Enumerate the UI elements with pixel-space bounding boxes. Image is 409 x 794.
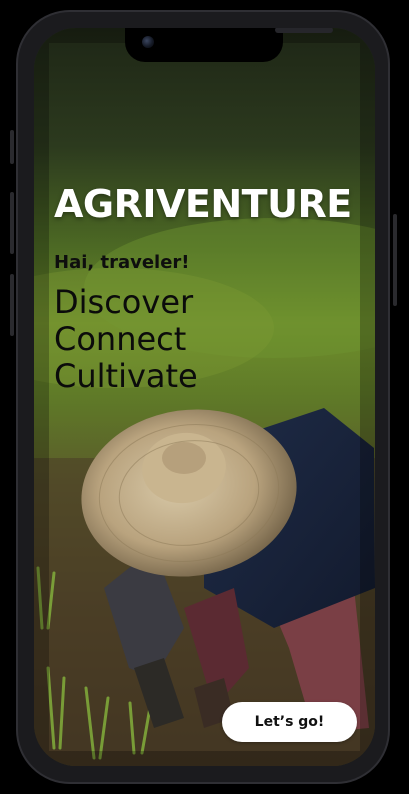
hero-image-farmer-rice-field: [34, 28, 375, 766]
speaker-grille: [275, 28, 333, 33]
lets-go-button[interactable]: Let’s go!: [222, 702, 357, 742]
app-title: AGRIVENTURE: [54, 182, 352, 226]
greeting-text: Hai, traveler!: [54, 252, 190, 273]
volume-up-button: [10, 192, 14, 254]
volume-down-button: [10, 274, 14, 336]
app-screen: AGRIVENTURE Hai, traveler! Discover Conn…: [34, 28, 375, 766]
front-camera-icon: [142, 36, 154, 48]
tagline-line-1: Discover: [54, 283, 194, 321]
tagline-line-3: Cultivate: [54, 357, 198, 395]
tagline: Discover Connect Cultivate: [54, 284, 198, 395]
power-button: [393, 214, 397, 306]
tagline-line-2: Connect: [54, 320, 187, 358]
mute-switch: [10, 130, 14, 164]
